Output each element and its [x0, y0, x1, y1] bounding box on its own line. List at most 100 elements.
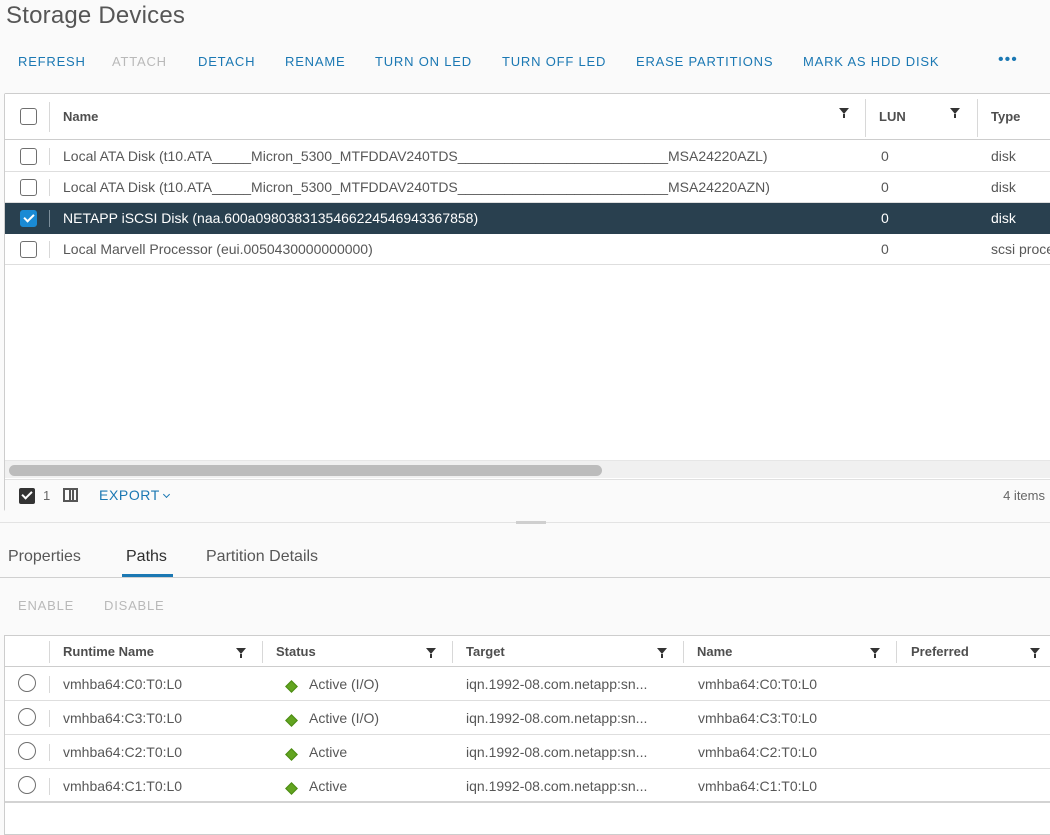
device-type: disk — [991, 179, 1016, 195]
status-active-icon — [285, 782, 298, 795]
more-actions-button[interactable]: ••• — [998, 51, 1018, 69]
path-target: iqn.1992-08.com.netapp:sn... — [466, 676, 648, 692]
column-divider — [49, 241, 50, 258]
filter-icon[interactable] — [950, 108, 960, 118]
tab-properties[interactable]: Properties — [8, 548, 81, 566]
row-radio[interactable] — [18, 674, 36, 692]
grid-header: Name LUN Type — [5, 94, 1050, 140]
path-status: Active — [309, 744, 348, 760]
selected-count: 1 — [43, 488, 51, 503]
column-divider — [49, 148, 50, 165]
storage-devices-grid: Name LUN Type Local ATA Disk (t10.ATA___… — [4, 93, 1050, 511]
column-header-status[interactable]: Status — [276, 636, 316, 667]
path-status: Active (I/O) — [309, 710, 380, 726]
detach-button[interactable]: DETACH — [198, 54, 255, 69]
column-divider[interactable] — [865, 99, 866, 137]
column-header-name[interactable]: Name — [697, 636, 732, 667]
tab-partition-details[interactable]: Partition Details — [206, 548, 318, 566]
device-name: Local ATA Disk (t10.ATA_____Micron_5300_… — [63, 148, 768, 164]
status-active-icon — [285, 680, 298, 693]
runtime-name: vmhba64:C2:T0:L0 — [63, 744, 183, 760]
path-row[interactable]: vmhba64:C2:T0:L0 Active iqn.1992-08.com.… — [5, 735, 1050, 769]
path-status: Active (I/O) — [309, 676, 380, 692]
device-lun: 0 — [881, 241, 889, 257]
table-row[interactable]: Local ATA Disk (t10.ATA_____Micron_5300_… — [5, 172, 1050, 203]
row-radio[interactable] — [18, 776, 36, 794]
device-lun: 0 — [881, 179, 889, 195]
mark-as-hdd-disk-button[interactable]: MARK AS HDD DISK — [803, 54, 939, 69]
disable-button[interactable]: DISABLE — [104, 598, 165, 613]
column-divider[interactable] — [896, 641, 897, 663]
filter-icon[interactable] — [236, 648, 246, 658]
runtime-name: vmhba64:C1:T0:L0 — [63, 778, 183, 794]
table-row-selected[interactable]: NETAPP iSCSI Disk (naa.600a0980383135466… — [5, 203, 1050, 234]
column-divider — [49, 710, 50, 727]
path-target: iqn.1992-08.com.netapp:sn... — [466, 710, 648, 726]
column-divider[interactable] — [683, 641, 684, 663]
select-all-checkbox[interactable] — [20, 108, 37, 125]
rename-button[interactable]: RENAME — [285, 54, 345, 69]
grid-header: Runtime Name Status Target Name Preferre… — [5, 636, 1050, 667]
path-name: vmhba64:C3:T0:L0 — [698, 710, 818, 726]
row-checkbox[interactable] — [20, 179, 37, 196]
status-active-icon — [285, 748, 298, 761]
page-title: Storage Devices — [6, 2, 186, 29]
column-header-type[interactable]: Type — [991, 94, 1020, 140]
runtime-name: vmhba64:C0:T0:L0 — [63, 676, 183, 692]
column-divider — [49, 641, 50, 663]
erase-partitions-button[interactable]: ERASE PARTITIONS — [636, 54, 773, 69]
path-name: vmhba64:C0:T0:L0 — [698, 676, 818, 692]
column-divider — [49, 102, 50, 132]
row-radio[interactable] — [18, 708, 36, 726]
path-row[interactable]: vmhba64:C0:T0:L0 Active (I/O) iqn.1992-0… — [5, 667, 1050, 701]
scrollbar-thumb[interactable] — [9, 465, 602, 476]
turn-on-led-button[interactable]: TURN ON LED — [375, 54, 472, 69]
active-tab-indicator — [122, 574, 173, 577]
column-header-runtime-name[interactable]: Runtime Name — [63, 636, 154, 667]
column-divider[interactable] — [262, 641, 263, 663]
column-header-name[interactable]: Name — [63, 94, 98, 140]
chevron-down-icon — [162, 490, 170, 499]
table-row[interactable]: Local Marvell Processor (eui.00504300000… — [5, 234, 1050, 265]
filter-icon[interactable] — [839, 108, 849, 118]
column-toggle-icon[interactable] — [63, 488, 78, 502]
row-radio[interactable] — [18, 742, 36, 760]
device-lun: 0 — [881, 148, 889, 164]
attach-button[interactable]: ATTACH — [112, 54, 167, 69]
column-header-target[interactable]: Target — [466, 636, 505, 667]
path-name: vmhba64:C2:T0:L0 — [698, 744, 818, 760]
device-name: NETAPP iSCSI Disk (naa.600a0980383135466… — [63, 210, 479, 226]
enable-button[interactable]: ENABLE — [18, 598, 74, 613]
filter-icon[interactable] — [1030, 648, 1040, 658]
paths-grid: Runtime Name Status Target Name Preferre… — [4, 635, 1050, 835]
device-toolbar: REFRESH ATTACH DETACH RENAME TURN ON LED… — [0, 51, 1050, 76]
tab-paths[interactable]: Paths — [126, 548, 167, 566]
path-row[interactable]: vmhba64:C1:T0:L0 Active iqn.1992-08.com.… — [5, 769, 1050, 803]
refresh-button[interactable]: REFRESH — [18, 54, 86, 69]
runtime-name: vmhba64:C3:T0:L0 — [63, 710, 183, 726]
path-name: vmhba64:C1:T0:L0 — [698, 778, 818, 794]
column-divider — [49, 179, 50, 196]
column-divider — [49, 778, 50, 795]
filter-icon[interactable] — [426, 648, 436, 658]
path-status: Active — [309, 778, 348, 794]
turn-off-led-button[interactable]: TURN OFF LED — [502, 54, 606, 69]
column-divider — [49, 744, 50, 761]
selected-checkbox-icon[interactable] — [19, 488, 35, 504]
table-row[interactable]: Local ATA Disk (t10.ATA_____Micron_5300_… — [5, 141, 1050, 172]
column-divider[interactable] — [977, 99, 978, 137]
path-row[interactable]: vmhba64:C3:T0:L0 Active (I/O) iqn.1992-0… — [5, 701, 1050, 735]
device-name: Local Marvell Processor (eui.00504300000… — [63, 241, 373, 257]
column-divider[interactable] — [452, 641, 453, 663]
filter-icon[interactable] — [870, 648, 880, 658]
filter-icon[interactable] — [657, 648, 667, 658]
device-lun: 0 — [881, 210, 889, 226]
column-header-preferred[interactable]: Preferred — [911, 636, 969, 667]
export-button[interactable]: EXPORT — [99, 487, 170, 503]
horizontal-scrollbar[interactable] — [5, 460, 1050, 478]
column-header-lun[interactable]: LUN — [879, 94, 906, 140]
splitter-handle[interactable] — [516, 521, 546, 524]
row-checkbox[interactable] — [20, 148, 37, 165]
row-checkbox-checked[interactable] — [20, 210, 37, 227]
row-checkbox[interactable] — [20, 241, 37, 258]
